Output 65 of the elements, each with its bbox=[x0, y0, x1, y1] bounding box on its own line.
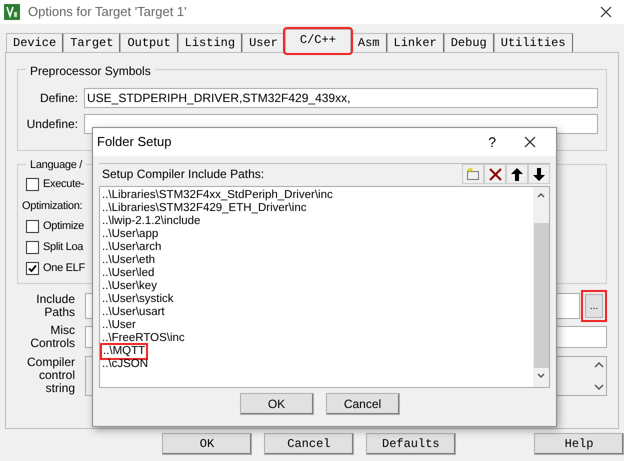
dialog-button[interactable]: Help bbox=[534, 433, 624, 455]
scroll-thumb[interactable] bbox=[534, 223, 548, 368]
dialog-button[interactable]: OK bbox=[240, 393, 314, 415]
path-item[interactable]: ..\Libraries\STM32F429_ETH_Driver\inc bbox=[102, 202, 307, 215]
tab[interactable]: Debug bbox=[444, 33, 494, 52]
list-title: Setup Compiler Include Paths: bbox=[102, 166, 264, 183]
dialog-button[interactable]: OK bbox=[162, 433, 252, 455]
tab[interactable]: Asm bbox=[350, 33, 387, 52]
dialog-button[interactable]: Defaults bbox=[366, 433, 456, 455]
path-item[interactable]: ..\User\key bbox=[102, 280, 157, 293]
checkbox-label: Optimize bbox=[43, 219, 84, 234]
field-label: Undefine: bbox=[26, 116, 78, 133]
arrow-down-icon bbox=[533, 168, 545, 180]
path-item[interactable]: ..\FreeRTOS\inc bbox=[102, 332, 185, 345]
tab[interactable]: Device bbox=[6, 33, 64, 52]
checkbox[interactable] bbox=[26, 220, 39, 233]
path-item[interactable]: ..\MQTT bbox=[102, 345, 146, 358]
new-folder-button[interactable] bbox=[462, 164, 484, 184]
tab[interactable]: Utilities bbox=[494, 33, 573, 52]
checkmark-icon bbox=[28, 264, 37, 273]
path-item[interactable]: ..\User\usart bbox=[102, 306, 165, 319]
tab[interactable]: Linker bbox=[386, 33, 444, 52]
path-item[interactable]: ..\lwip-2.1.2\include bbox=[102, 215, 200, 228]
delete-icon bbox=[488, 168, 502, 180]
tab[interactable]: Output bbox=[120, 33, 178, 52]
path-item[interactable]: ..\Libraries\STM32F4xx_StdPeriph_Driver\inc bbox=[102, 189, 333, 202]
checkbox[interactable] bbox=[26, 178, 39, 191]
group-title: Language / bbox=[26, 157, 86, 174]
tab[interactable]: Listing bbox=[178, 33, 242, 52]
arrow-up-icon bbox=[511, 168, 523, 180]
path-item[interactable]: ..\User\app bbox=[102, 228, 158, 241]
field-label: Include Paths bbox=[35, 293, 75, 319]
delete-button[interactable] bbox=[484, 164, 506, 184]
checkbox-label: One ELF bbox=[43, 261, 85, 276]
app-logo-icon bbox=[4, 4, 20, 20]
field-label: Compiler control string bbox=[26, 356, 75, 395]
tab[interactable]: C/C++ bbox=[284, 29, 351, 53]
path-item[interactable]: ..\User\eth bbox=[102, 254, 156, 267]
dialog-button[interactable]: Cancel bbox=[264, 433, 354, 455]
tab[interactable]: Target bbox=[63, 33, 120, 52]
option-label: Optimization: bbox=[22, 199, 82, 213]
close-icon[interactable] bbox=[600, 6, 612, 18]
dialog-title: Folder Setup bbox=[97, 133, 172, 152]
field-label: Misc Controls bbox=[29, 324, 75, 350]
new-folder-icon bbox=[466, 168, 480, 180]
define-field[interactable]: USE_STDPERIPH_DRIVER,STM32F429_439xx, bbox=[84, 88, 598, 108]
help-button[interactable]: ? bbox=[488, 132, 496, 152]
checkbox[interactable] bbox=[26, 241, 39, 254]
path-item[interactable]: ..\User\led bbox=[102, 267, 154, 280]
path-item[interactable]: ..\User\systick bbox=[102, 293, 174, 306]
close-icon[interactable] bbox=[524, 136, 536, 148]
path-item[interactable]: ..\User bbox=[102, 319, 136, 332]
checkbox[interactable] bbox=[26, 262, 39, 275]
field-label: Define: bbox=[38, 90, 78, 107]
move-up-button[interactable] bbox=[506, 164, 528, 184]
dialog-button[interactable]: Cancel bbox=[326, 393, 400, 415]
checkbox-label: Execute- bbox=[43, 177, 84, 192]
window-title: Options for Target 'Target 1' bbox=[28, 3, 187, 22]
move-down-button[interactable] bbox=[528, 164, 550, 184]
path-item[interactable]: ..\cJSON bbox=[102, 358, 148, 371]
path-item[interactable]: ..\User\arch bbox=[102, 241, 162, 254]
checkbox-label: Split Loa bbox=[43, 240, 84, 256]
tab[interactable]: User bbox=[242, 33, 285, 52]
browse-button[interactable]: ... bbox=[585, 294, 603, 318]
scrollbar[interactable] bbox=[533, 187, 549, 387]
